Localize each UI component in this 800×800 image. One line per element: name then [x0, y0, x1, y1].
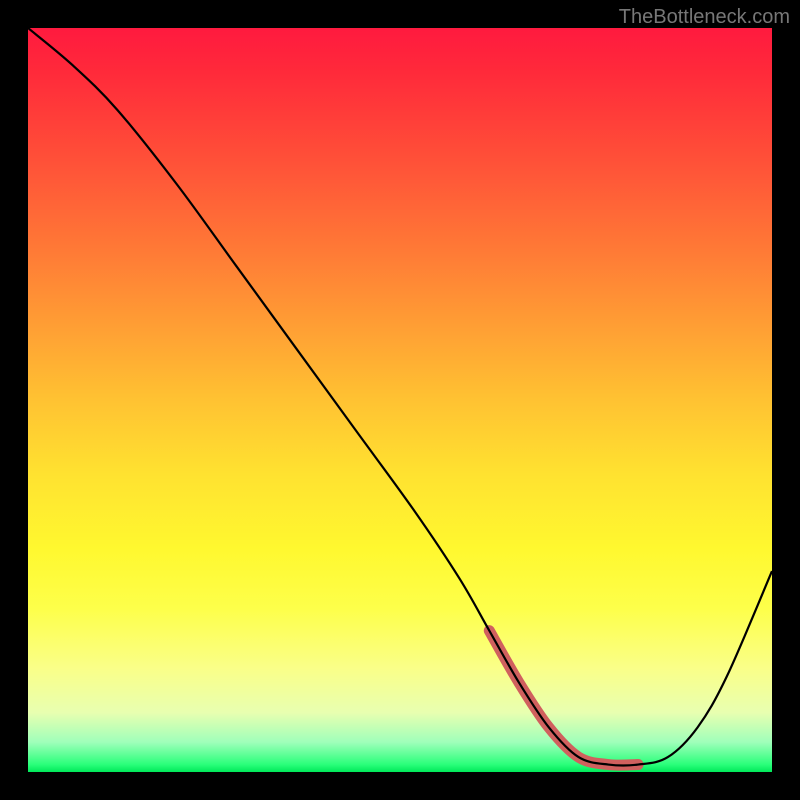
- bottleneck-curve-svg: [28, 28, 772, 772]
- curve-main: [28, 28, 772, 765]
- plot-area: [28, 28, 772, 772]
- watermark-text: TheBottleneck.com: [619, 6, 790, 29]
